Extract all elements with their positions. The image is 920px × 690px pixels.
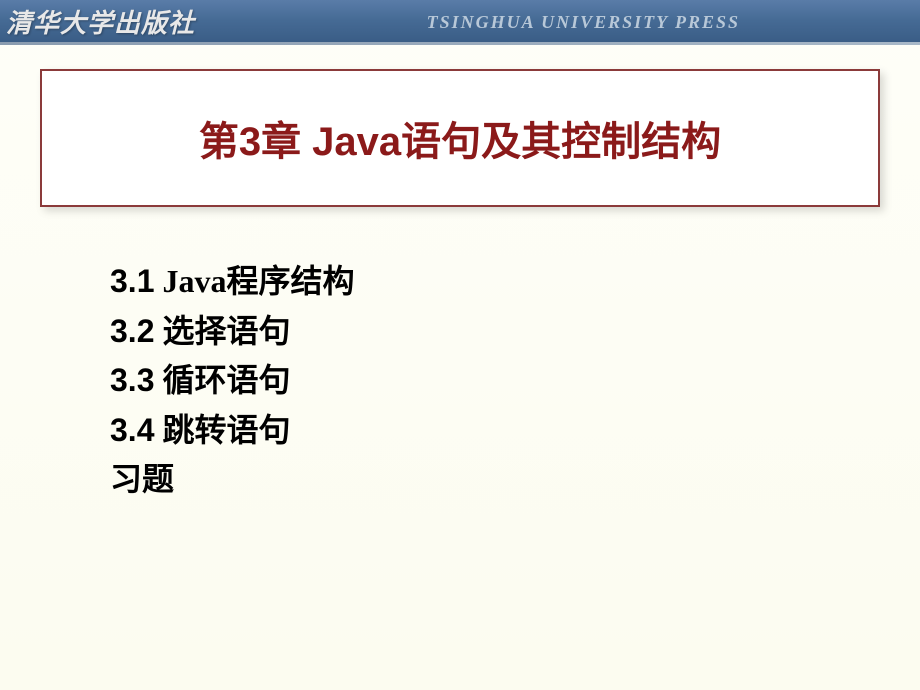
toc-item: 3.3 循环语句 <box>110 356 920 406</box>
table-of-contents: 3.1 Java程序结构 3.2 选择语句 3.3 循环语句 3.4 跳转语句 … <box>110 257 920 505</box>
toc-text: 跳转语句 <box>162 412 290 448</box>
chapter-title: 第3章 Java语句及其控制结构 <box>62 109 858 167</box>
toc-item: 3.1 Java程序结构 <box>110 257 920 307</box>
header-underline <box>0 42 920 45</box>
toc-item: 3.2 选择语句 <box>110 307 920 357</box>
toc-text: 循环语句 <box>162 362 290 398</box>
toc-item: 习题 <box>110 455 920 505</box>
toc-number: 3.4 <box>110 412 154 448</box>
publisher-logo-cn: 清华大学出版社 <box>0 3 195 40</box>
chapter-title-box: 第3章 Java语句及其控制结构 <box>40 69 880 207</box>
toc-item: 3.4 跳转语句 <box>110 406 920 456</box>
toc-text: Java程序结构 <box>162 263 354 299</box>
toc-text: 习题 <box>110 461 174 497</box>
publisher-logo-en: TSINGHUA UNIVERSITY PRESS <box>427 12 740 33</box>
toc-number: 3.2 <box>110 313 154 349</box>
header-bar: 清华大学出版社 TSINGHUA UNIVERSITY PRESS <box>0 0 920 42</box>
toc-text: 选择语句 <box>162 313 290 349</box>
toc-number: 3.1 <box>110 263 154 299</box>
toc-number: 3.3 <box>110 362 154 398</box>
